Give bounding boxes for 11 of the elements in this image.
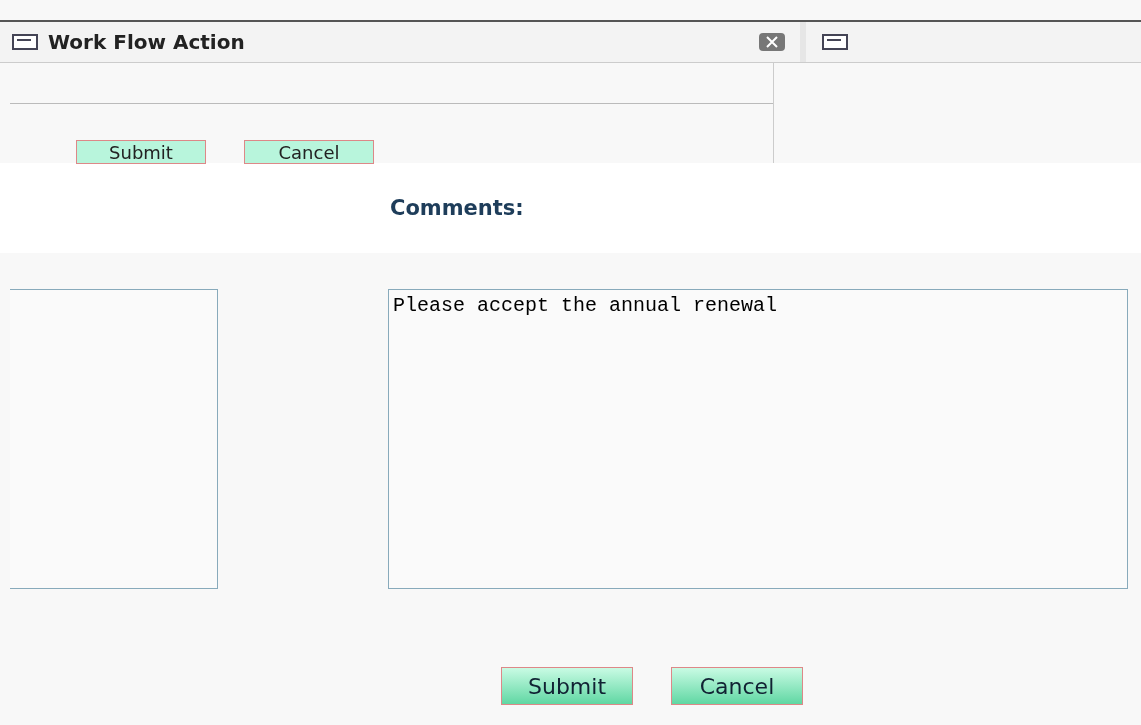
input-field[interactable]	[10, 289, 218, 589]
window-title: Work Flow Action	[48, 30, 246, 54]
comments-field[interactable]: Please accept the annual renewal	[388, 289, 1128, 589]
action-button[interactable]: Cancel	[671, 667, 803, 705]
window-icon	[822, 34, 848, 50]
window-icon	[12, 34, 38, 50]
close-icon[interactable]	[758, 32, 786, 52]
comments-label: Comments:	[390, 196, 524, 220]
toolbar-button[interactable]: Submit	[76, 140, 206, 164]
action-button[interactable]: Submit	[501, 667, 633, 705]
toolbar-button[interactable]: Cancel	[244, 140, 374, 164]
